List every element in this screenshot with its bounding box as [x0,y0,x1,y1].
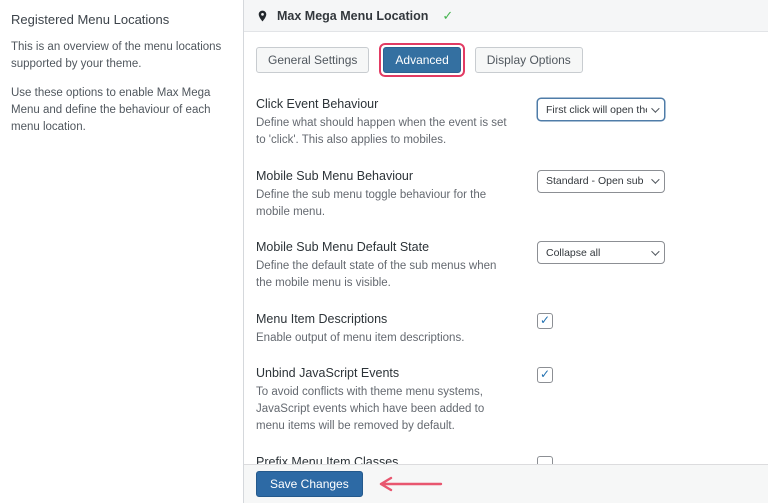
check-icon: ✓ [442,7,454,23]
menu-item-descriptions-checkbox[interactable]: ✓ [537,312,553,329]
checkmark-icon: ✓ [539,366,551,381]
setting-description: Define the default state of the sub menu… [256,260,497,290]
setting-label: Mobile Sub Menu Behaviour [256,168,414,183]
setting-description: To avoid conflicts with theme menu syste… [256,385,485,433]
setting-row-click-event-behaviour: Click Event Behaviour Define what should… [256,97,756,150]
menu-location-panel: Max Mega Menu Location ✓ General Setting… [243,0,768,503]
panel-footer: Save Changes [244,464,768,503]
checkmark-icon: ✓ [539,312,551,327]
settings-tabs: General Settings Advanced Display Option… [256,43,756,77]
mobile-sub-menu-default-state-select[interactable]: Collapse all [537,241,665,264]
setting-description: Enable output of menu item descriptions. [256,331,465,344]
setting-description: Define what should happen when the event… [256,117,507,147]
tab-display-options[interactable]: Display Options [474,47,583,73]
save-changes-button[interactable]: Save Changes [256,471,363,497]
sidebar-paragraph: Use these options to enable Max Mega Men… [11,86,211,134]
setting-label: Mobile Sub Menu Default State [256,240,430,254]
click-event-behaviour-select[interactable]: First click will open the sub menu, [537,98,665,121]
setting-label: Unbind JavaScript Events [256,365,400,380]
setting-description: Define the sub menu toggle behaviour for… [256,188,487,218]
annotation-arrow-icon [379,476,442,492]
setting-label: Click Event Behaviour [256,97,379,111]
sidebar-paragraph: This is an overview of the menu location… [11,41,222,71]
setting-row-menu-item-descriptions: Menu Item Descriptions Enable output of … [256,312,756,347]
panel-title: Max Mega Menu Location [277,8,429,23]
setting-row-mobile-sub-menu-behaviour: Mobile Sub Menu Behaviour Define the sub… [256,169,756,222]
tab-general-settings[interactable]: General Settings [256,47,370,73]
panel-body: General Settings Advanced Display Option… [244,32,768,503]
location-pin-icon [256,8,269,24]
sidebar-title: Registered Menu Locations [11,12,170,27]
chevron-down-icon [651,175,660,184]
setting-row-mobile-sub-menu-default-state: Mobile Sub Menu Default State Define the… [256,240,756,293]
annotation-red-box: Advanced [379,43,465,77]
chevron-down-icon [651,246,660,256]
mobile-sub-menu-behaviour-select[interactable]: Standard - Open sub menus will re [537,169,665,193]
setting-label: Menu Item Descriptions [256,311,388,326]
tab-advanced[interactable]: Advanced [383,47,461,73]
registered-menu-locations-sidebar: Registered Menu Locations This is an ove… [0,0,243,503]
setting-row-unbind-javascript-events: Unbind JavaScript Events To avoid confli… [256,366,756,436]
unbind-javascript-events-checkbox[interactable]: ✓ [537,366,553,383]
chevron-down-icon [651,103,660,113]
panel-header: Max Mega Menu Location ✓ [244,0,768,32]
